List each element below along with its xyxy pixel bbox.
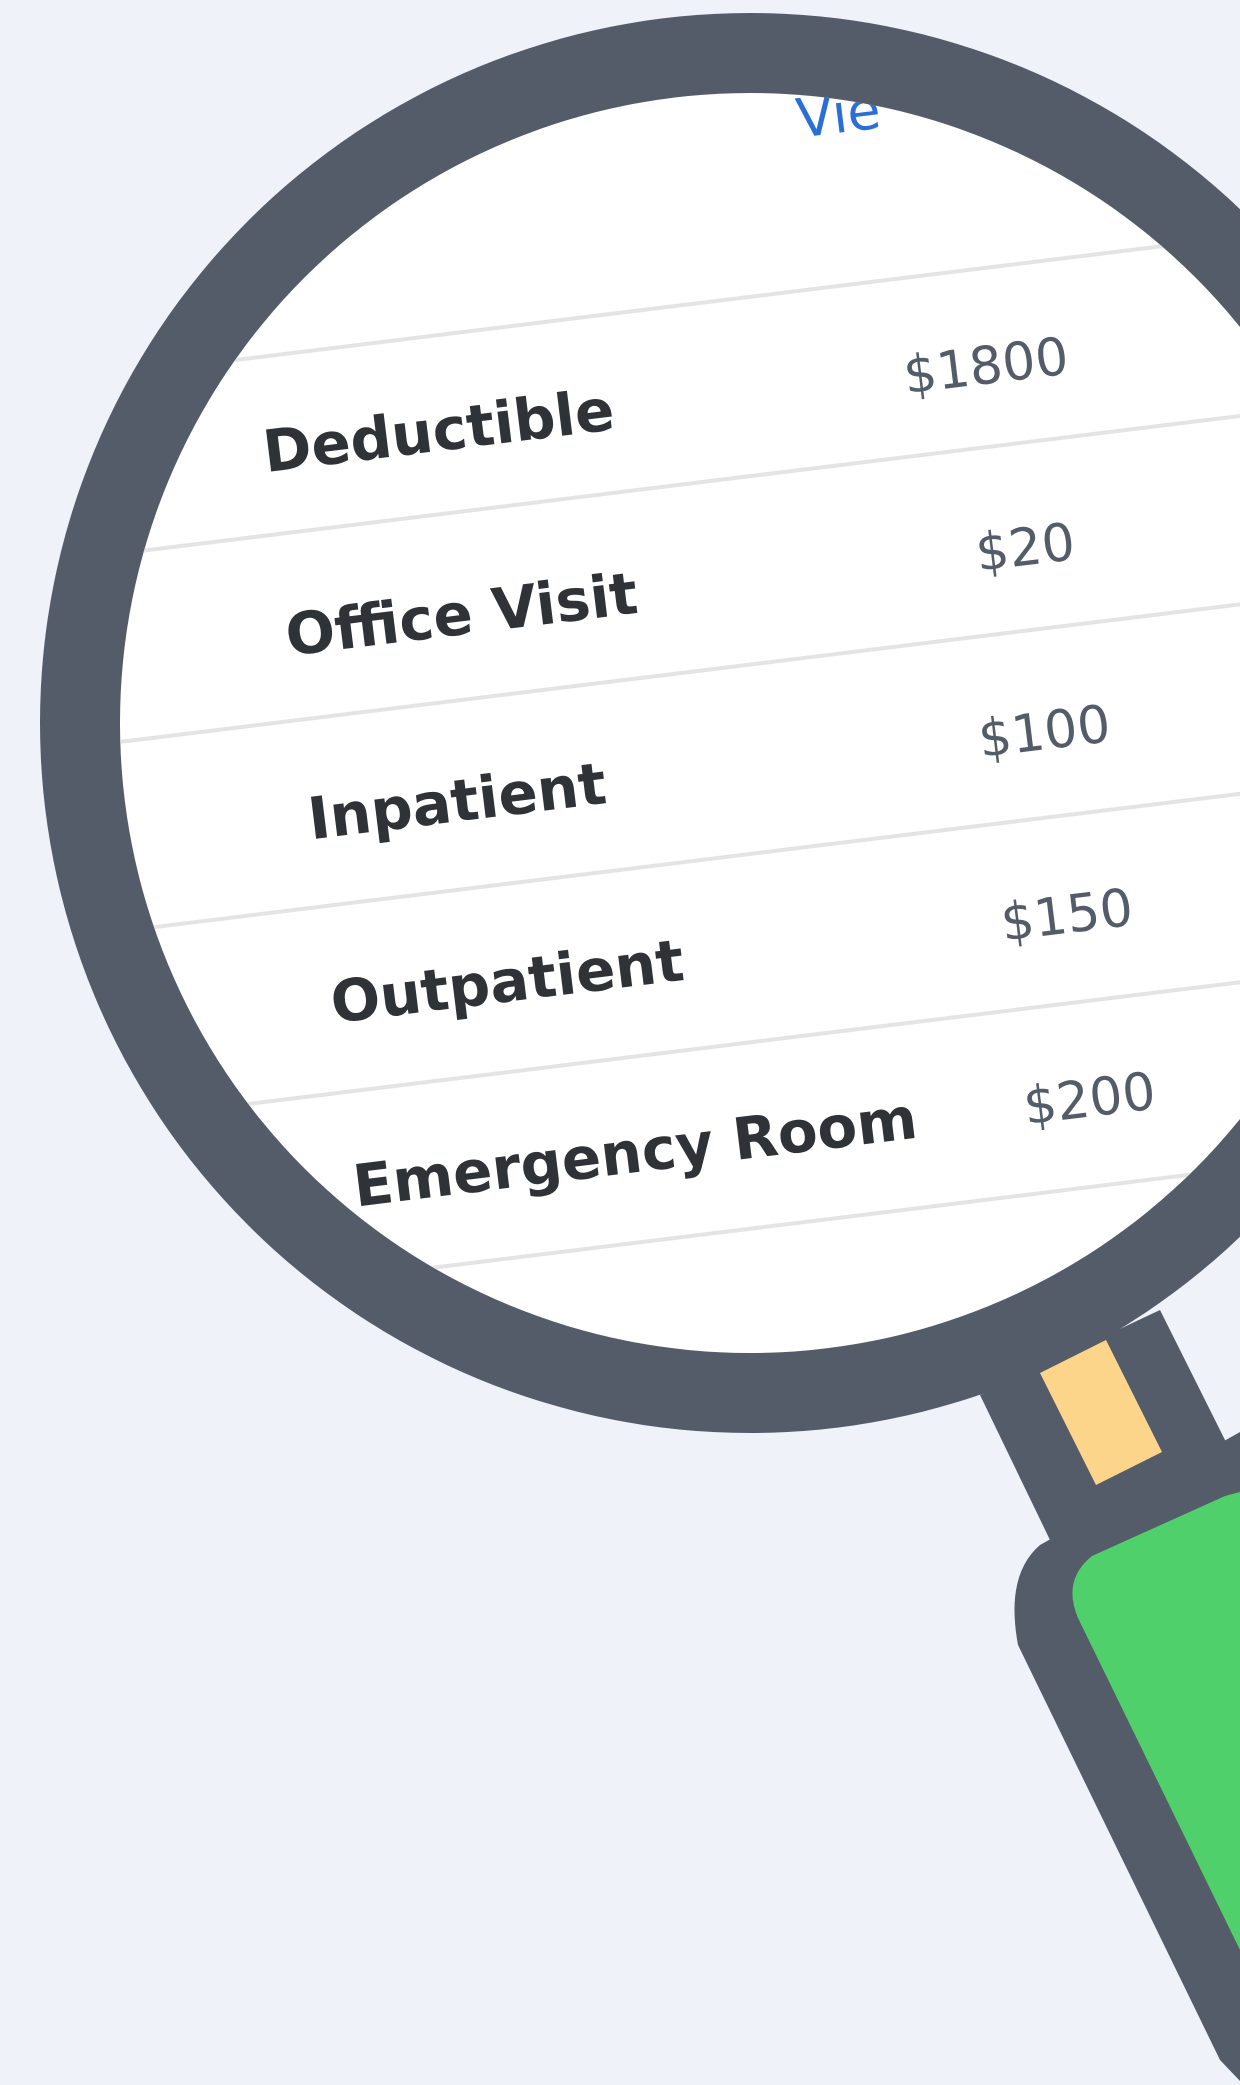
magnifier-illustration: Vie Deductible $1800 Office Visit $20 In… — [0, 0, 1240, 2081]
magnifying-glass-icon: Vie Deductible $1800 Office Visit $20 In… — [40, 13, 1240, 2081]
benefit-value: $20 — [972, 512, 1078, 584]
handle — [980, 1310, 1240, 2081]
